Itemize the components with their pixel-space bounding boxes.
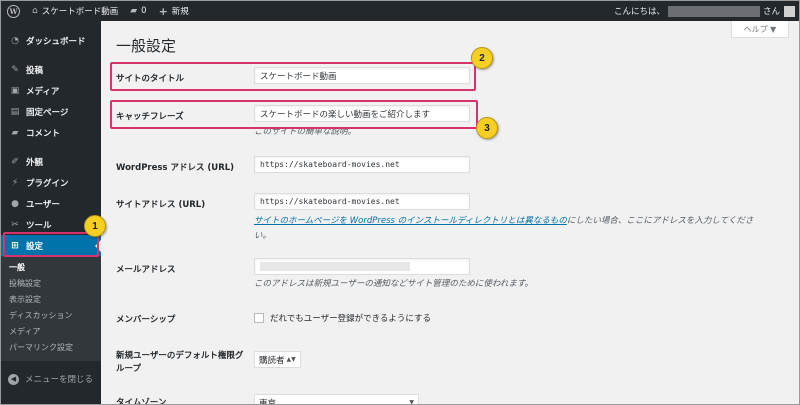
membership-label: メンバーシップ — [116, 315, 176, 325]
email-value-redacted — [260, 262, 410, 271]
highlight-tagline — [110, 100, 478, 129]
site-address-desc-text: にしたい場合、ここにアドレスを入力してくださ — [566, 216, 754, 226]
wordpress-logo-icon: W — [7, 4, 20, 18]
email-description: このアドレスは新規ユーザーの通知などサイト管理のために使われます。 — [254, 279, 534, 289]
sidebar-item-plugins[interactable]: ⚡ プラグイン — [1, 172, 101, 193]
submenu-item-discussion[interactable]: ディスカッション — [1, 308, 101, 324]
sidebar-item-posts[interactable]: ✎ 投稿 — [1, 59, 101, 80]
site-address-desc-line2: い。 — [254, 231, 272, 241]
comment-icon: ▰ — [130, 6, 138, 16]
wp-address-input[interactable]: https://skateboard-movies.net — [254, 156, 470, 173]
new-label: 新規 — [171, 7, 189, 17]
sidebar-item-pages[interactable]: ▤ 固定ページ — [1, 101, 101, 122]
help-tab-button[interactable]: ヘルプ ▼ — [731, 21, 789, 38]
site-address-description: サイトのホームページを WordPress のインストールディレクトリとは異なる… — [254, 214, 753, 226]
avatar — [784, 5, 795, 17]
sidebar-item-comments[interactable]: ▰ コメント — [1, 122, 101, 143]
new-content-link[interactable]: + 新規 — [153, 1, 195, 21]
submenu-item-general[interactable]: 一般 — [1, 260, 101, 276]
sidebar-item-label: ダッシュボード — [26, 36, 86, 47]
home-icon: ⌂ — [32, 6, 38, 16]
annotation-badge-3: 3 — [476, 117, 498, 139]
default-role-value: 購読者 — [259, 355, 285, 366]
sidebar-item-label: 固定ページ — [26, 107, 69, 118]
sidebar-item-label: コメント — [26, 128, 61, 139]
sidebar-item-label: 外観 — [26, 157, 44, 168]
plus-icon: + — [158, 4, 168, 18]
submenu-item-media[interactable]: メディア — [1, 324, 101, 340]
site-address-help-link[interactable]: サイトのホームページを WordPress のインストールディレクトリとは異なる… — [254, 216, 567, 226]
sidebar-item-appearance[interactable]: ✐ 外観 — [1, 151, 101, 172]
wp-logo-button[interactable]: W — [1, 1, 26, 21]
default-role-select[interactable]: 購読者 ▲▼ — [254, 351, 301, 368]
membership-checkbox-label[interactable]: だれでもユーザー登録ができるようにする — [270, 312, 431, 324]
timezone-label: タイムゾーン — [116, 398, 167, 405]
membership-checkbox[interactable] — [254, 313, 264, 323]
membership-option: だれでもユーザー登録ができるようにする — [254, 312, 431, 324]
sidebar-item-dashboard[interactable]: ◔ ダッシュボード — [1, 30, 101, 51]
screenshot-frame: W ⌂ スケートボード動画 ▰ 0 + 新規 こんにちは、 さん ◔ ダッシュボ… — [0, 0, 800, 405]
wp-address-label: WordPress アドレス (URL) — [116, 163, 235, 173]
site-name-link[interactable]: ⌂ スケートボード動画 — [26, 1, 124, 21]
annotation-badge-2: 2 — [471, 47, 493, 69]
comment-icon: ▰ — [11, 127, 19, 138]
sidebar-item-media[interactable]: ▣ メディア — [1, 80, 101, 101]
user-suffix: さん — [762, 7, 780, 17]
media-icon: ▣ — [10, 85, 20, 96]
user-name-redacted — [667, 5, 760, 17]
email-label: メールアドレス — [116, 265, 176, 275]
brush-icon: ✐ — [11, 156, 19, 167]
annotation-badge-1: 1 — [84, 215, 106, 237]
site-name: スケートボード動画 — [41, 7, 119, 17]
site-address-input[interactable]: https://skateboard-movies.net — [254, 193, 470, 210]
sidebar-item-label: ユーザー — [26, 199, 60, 210]
greeting-text: こんにちは、 — [613, 7, 665, 17]
default-role-label-text: 新規ユーザーのデフォルト権限グループ — [116, 351, 244, 374]
submenu-item-permalinks[interactable]: パーマリンク設定 — [1, 340, 101, 356]
default-role-label: 新規ユーザーのデフォルト権限グループ — [116, 350, 244, 376]
page-title: 一般設定 — [116, 37, 177, 55]
site-address-label: サイトアドレス (URL) — [116, 200, 206, 210]
pin-icon: ✎ — [11, 64, 19, 75]
submenu-item-reading[interactable]: 表示設定 — [1, 292, 101, 308]
dashboard-icon: ◔ — [11, 35, 19, 46]
timezone-select[interactable]: 東京 ▼ — [254, 394, 419, 405]
submenu-item-writing[interactable]: 投稿設定 — [1, 276, 101, 292]
highlight-site-title — [110, 62, 476, 91]
highlight-settings-menu — [3, 232, 99, 257]
timezone-value: 東京 — [259, 398, 277, 405]
user-icon: ● — [11, 198, 19, 209]
wrench-icon: ✂ — [11, 219, 19, 230]
page-icon: ▤ — [10, 106, 20, 117]
sidebar-item-label: プラグイン — [26, 178, 69, 189]
sidebar-item-users[interactable]: ● ユーザー — [1, 193, 101, 214]
sidebar-item-label: ツール — [26, 220, 52, 231]
collapse-label: メニューを閉じる — [25, 375, 94, 385]
comments-count: 0 — [141, 6, 147, 16]
settings-submenu: 一般 投稿設定 表示設定 ディスカッション メディア パーマリンク設定 — [1, 256, 101, 361]
my-account-link[interactable]: こんにちは、 さん — [608, 1, 799, 21]
sidebar-item-label: 投稿 — [26, 65, 44, 76]
chevron-down-icon: ▼ — [409, 399, 414, 405]
admin-bar: W ⌂ スケートボード動画 ▰ 0 + 新規 こんにちは、 さん — [1, 1, 799, 21]
admin-sidebar: ◔ ダッシュボード ✎ 投稿 ▣ メディア ▤ 固定ページ ▰ コメント ✐ 外… — [1, 21, 101, 404]
collapse-menu-button[interactable]: ◀ メニューを閉じる — [1, 367, 101, 391]
sidebar-item-label: メディア — [26, 86, 60, 97]
plugin-icon: ⚡ — [11, 177, 19, 188]
select-arrows-icon: ▲▼ — [286, 356, 296, 363]
comments-link[interactable]: ▰ 0 — [124, 1, 152, 21]
collapse-icon: ◀ — [8, 373, 19, 385]
email-input[interactable] — [254, 258, 470, 275]
